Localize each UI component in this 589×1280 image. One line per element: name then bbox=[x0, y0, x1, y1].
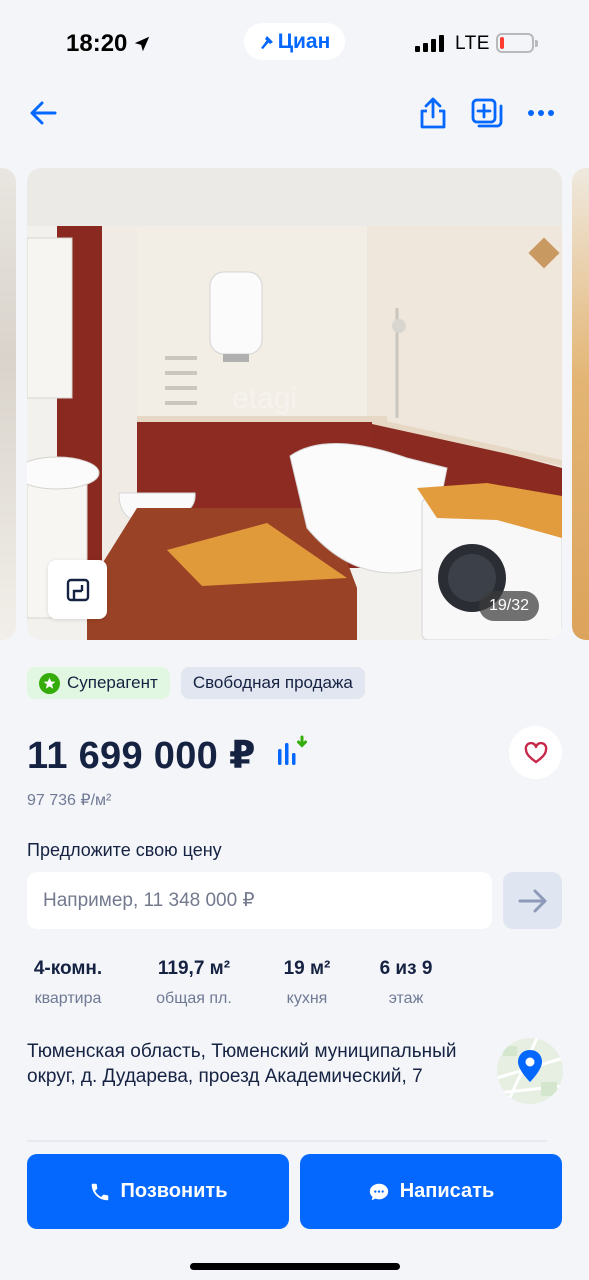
network-label: LTE bbox=[455, 33, 490, 54]
address[interactable]: Тюменская область, Тюменский муниципальн… bbox=[27, 1039, 477, 1089]
floor-plan-icon bbox=[66, 578, 89, 601]
map-pin-icon bbox=[497, 1038, 563, 1104]
offer-price-input[interactable] bbox=[27, 872, 492, 929]
gallery-photo[interactable]: etagi 19/32 bbox=[27, 168, 562, 640]
facts-row: 4-комн. квартира 119,7 м² общая пл. 19 м… bbox=[27, 958, 562, 1014]
fact-value: 6 из 9 bbox=[379, 958, 433, 979]
status-time: 18:20 bbox=[66, 30, 151, 58]
message-button[interactable]: Написать bbox=[300, 1154, 562, 1229]
home-indicator bbox=[190, 1263, 400, 1270]
fact-value: 19 м² bbox=[283, 958, 331, 979]
photo-gallery[interactable]: etagi 19/32 bbox=[0, 168, 589, 640]
fact-area: 119,7 м² общая пл. bbox=[149, 958, 239, 1008]
top-nav bbox=[0, 90, 589, 136]
call-label: Позвонить bbox=[120, 1180, 228, 1202]
watermark-text: etagi bbox=[232, 382, 297, 415]
location-arrow-icon bbox=[135, 36, 150, 52]
next-photo-peek[interactable] bbox=[572, 168, 589, 640]
call-button[interactable]: Позвонить bbox=[27, 1154, 289, 1229]
add-to-compare-icon bbox=[471, 98, 503, 128]
bathroom-photo: etagi bbox=[27, 168, 562, 640]
message-label: Написать bbox=[399, 1180, 495, 1202]
arrow-right-icon bbox=[518, 889, 546, 912]
signal-icon bbox=[415, 34, 444, 52]
brand-pill: Циан bbox=[244, 23, 345, 60]
battery-icon bbox=[496, 33, 538, 53]
fact-label: кухня bbox=[286, 990, 328, 1007]
fact-kitchen: 19 м² кухня bbox=[277, 958, 337, 1008]
star-badge-icon bbox=[39, 672, 60, 694]
fact-floor: 6 из 9 этаж bbox=[370, 958, 442, 1008]
more-button[interactable] bbox=[519, 90, 563, 136]
tags-row: Суперагент Свободная продажа bbox=[27, 667, 365, 699]
previous-photo-peek[interactable] bbox=[0, 168, 16, 640]
photo-counter: 19/32 bbox=[479, 591, 540, 621]
chat-icon bbox=[369, 1183, 388, 1200]
back-button[interactable] bbox=[21, 90, 65, 136]
fact-label: квартира bbox=[34, 990, 102, 1007]
compare-button[interactable] bbox=[465, 90, 509, 136]
price-history-icon[interactable] bbox=[275, 735, 309, 769]
free-sale-tag: Свободная продажа bbox=[180, 667, 365, 699]
bottom-action-bar: Позвонить Написать bbox=[0, 1142, 589, 1280]
superagent-tag[interactable]: Суперагент bbox=[27, 667, 170, 699]
fact-value: 4-комн. bbox=[33, 958, 103, 979]
share-icon bbox=[420, 97, 446, 129]
status-bar: 18:20 Циан LTE bbox=[0, 0, 589, 86]
map-thumbnail[interactable] bbox=[497, 1038, 563, 1104]
heart-icon bbox=[524, 741, 547, 763]
more-icon bbox=[528, 110, 554, 116]
floor-plan-button[interactable] bbox=[48, 560, 107, 619]
price: 11 699 000 ₽ bbox=[27, 735, 256, 777]
free-sale-label: Свободная продажа bbox=[192, 673, 353, 692]
back-arrow-icon bbox=[30, 101, 57, 125]
fact-rooms: 4-комн. квартира bbox=[27, 958, 109, 1008]
fact-label: общая пл. bbox=[156, 990, 232, 1007]
favorite-button[interactable] bbox=[509, 726, 562, 779]
superagent-label: Суперагент bbox=[67, 673, 158, 692]
fact-value: 119,7 м² bbox=[157, 958, 231, 979]
time-label: 18:20 bbox=[66, 30, 128, 57]
share-button[interactable] bbox=[411, 90, 455, 136]
brand-name: Циан bbox=[277, 29, 331, 53]
phone-icon bbox=[91, 1183, 108, 1200]
cian-logo-icon bbox=[260, 35, 273, 49]
offer-submit-button[interactable] bbox=[503, 872, 562, 929]
fact-label: этаж bbox=[388, 990, 424, 1007]
price-per-m2: 97 736 ₽/м² bbox=[27, 792, 112, 809]
offer-label: Предложите свою цену bbox=[27, 840, 222, 860]
